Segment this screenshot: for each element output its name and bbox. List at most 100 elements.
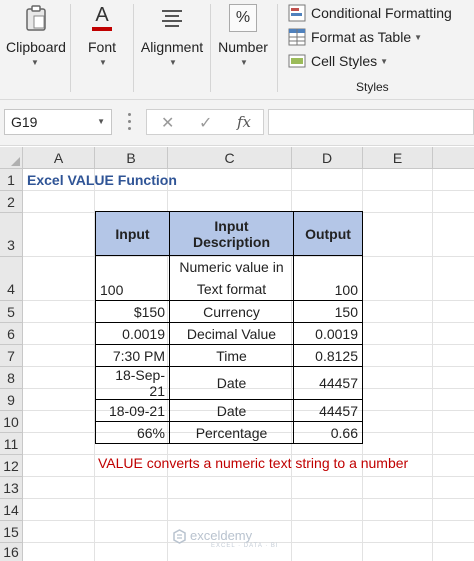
row-header-9[interactable]: 9	[0, 389, 23, 411]
description-cell[interactable]: Date	[169, 399, 294, 422]
description-cell[interactable]: Date	[169, 366, 294, 400]
font-group[interactable]: A Font ▼	[71, 0, 133, 100]
description-line: Text format	[196, 281, 267, 297]
column-header-description: Input Description	[169, 211, 294, 256]
input-cell[interactable]: 18-09-21	[95, 399, 170, 422]
alignment-group[interactable]: Alignment ▼	[134, 0, 210, 100]
input-cell[interactable]: 7:30 PM	[95, 344, 170, 367]
table-row: 18-09-21 Date 44457	[95, 399, 363, 422]
column-header-d[interactable]: D	[292, 147, 363, 169]
row-header-7[interactable]: 7	[0, 345, 23, 367]
column-header-b[interactable]: B	[95, 147, 168, 169]
column-header-f-partial[interactable]	[433, 147, 474, 169]
font-color-bar	[92, 27, 112, 31]
row-header-10[interactable]: 10	[0, 411, 23, 433]
row-header-8[interactable]: 8	[0, 367, 23, 389]
description-cell[interactable]: Decimal Value	[169, 322, 294, 345]
conditional-formatting-icon	[288, 4, 306, 22]
styles-group-label: Styles	[356, 80, 389, 94]
table-row: 66% Percentage 0.66	[95, 421, 363, 444]
row-header-15[interactable]: 15	[0, 521, 23, 543]
cell-styles-button[interactable]: Cell Styles ▼	[288, 50, 388, 72]
chevron-down-icon[interactable]: ▼	[414, 33, 422, 42]
cell-styles-icon	[288, 54, 306, 68]
input-value: 100	[100, 282, 124, 298]
table-row: 100 Numeric value in Text format 100	[95, 255, 363, 301]
chevron-down-icon[interactable]: ▼	[97, 117, 105, 126]
description-cell[interactable]: Numeric value in Text format	[169, 255, 294, 301]
insert-function-icon[interactable]: fx	[237, 113, 251, 131]
formula-buttons: ✕ ✓ fx	[146, 109, 264, 135]
enter-icon[interactable]: ✓	[199, 113, 212, 133]
alignment-icon	[162, 10, 182, 27]
cell-styles-label: Cell Styles	[311, 53, 378, 69]
chevron-down-icon[interactable]: ▼	[380, 57, 388, 66]
clipboard-icon	[26, 5, 46, 31]
row-header-14[interactable]: 14	[0, 499, 23, 521]
font-label: Font	[87, 39, 116, 55]
chevron-down-icon[interactable]: ▼	[99, 58, 107, 67]
row-header-1[interactable]: 1	[0, 169, 23, 191]
conditional-formatting-label: Conditional Formatting	[311, 5, 452, 21]
input-cell[interactable]: 0.0019	[95, 322, 170, 345]
table-row: 7:30 PM Time 0.8125	[95, 344, 363, 367]
table-row: $150 Currency 150	[95, 300, 363, 323]
ribbon: Clipboard ▼ A Font ▼ Alignment ▼ % Numbe…	[0, 0, 474, 100]
row-header-2[interactable]: 2	[0, 191, 23, 213]
output-cell[interactable]: 100	[293, 255, 363, 301]
output-value: 100	[334, 282, 358, 298]
row-header-11[interactable]: 11	[0, 433, 23, 455]
number-group[interactable]: % Number ▼	[211, 0, 275, 100]
input-cell[interactable]: $150	[95, 300, 170, 323]
row-header-16[interactable]: 16	[0, 543, 23, 561]
description-line: Numeric value in	[179, 259, 284, 275]
cancel-icon[interactable]: ✕	[161, 113, 174, 133]
exceldemy-logo-icon	[173, 529, 186, 544]
column-header-e[interactable]: E	[363, 147, 433, 169]
column-header-output: Output	[293, 211, 363, 256]
conditional-formatting-button[interactable]: Conditional Formatting	[288, 2, 452, 24]
description-cell[interactable]: Percentage	[169, 421, 294, 444]
column-header-input: Input	[95, 211, 170, 256]
chevron-down-icon[interactable]: ▼	[240, 58, 248, 67]
output-cell[interactable]: 44457	[293, 399, 363, 422]
clipboard-group[interactable]: Clipboard ▼	[0, 0, 70, 100]
output-cell[interactable]: 44457	[293, 366, 363, 400]
explanation-note: VALUE converts a numeric text string to …	[98, 455, 409, 471]
row-header-5[interactable]: 5	[0, 301, 23, 323]
select-all-corner[interactable]	[0, 147, 23, 169]
name-box[interactable]: G19 ▼	[4, 109, 112, 135]
formula-input[interactable]	[268, 109, 474, 135]
table-row: 0.0019 Decimal Value 0.0019	[95, 322, 363, 345]
description-cell[interactable]: Time	[169, 344, 294, 367]
input-cell[interactable]: 18-Sep-21	[95, 366, 170, 400]
number-label: Number	[218, 39, 268, 55]
format-as-table-button[interactable]: Format as Table ▼	[288, 26, 422, 48]
value-function-table: Input Input Description Output 100 Numer…	[95, 211, 363, 444]
column-header-a[interactable]: A	[23, 147, 95, 169]
row-header-3[interactable]: 3	[0, 213, 23, 257]
row-header-13[interactable]: 13	[0, 477, 23, 499]
output-cell[interactable]: 0.8125	[293, 344, 363, 367]
row-header-6[interactable]: 6	[0, 323, 23, 345]
output-cell[interactable]: 0.0019	[293, 322, 363, 345]
font-icon: A	[88, 4, 116, 32]
table-header-row: Input Input Description Output	[95, 211, 363, 256]
watermark-tagline: EXCEL · DATA · BI	[211, 543, 279, 549]
alignment-label: Alignment	[140, 39, 204, 55]
input-cell[interactable]: 100	[95, 255, 170, 301]
description-cell[interactable]: Currency	[169, 300, 294, 323]
formula-bar: G19 ▼ ✕ ✓ fx	[0, 100, 474, 146]
output-cell[interactable]: 150	[293, 300, 363, 323]
column-header-c[interactable]: C	[168, 147, 292, 169]
worksheet-grid: A B C D E 1 2 3 4 5 6 7 8 9 10 11 12 13 …	[0, 147, 474, 561]
group-divider	[277, 4, 278, 92]
row-header-4[interactable]: 4	[0, 257, 23, 301]
row-header-12[interactable]: 12	[0, 455, 23, 477]
input-cell[interactable]: 66%	[95, 421, 170, 444]
chevron-down-icon[interactable]: ▼	[169, 58, 177, 67]
output-cell[interactable]: 0.66	[293, 421, 363, 444]
chevron-down-icon[interactable]: ▼	[31, 58, 39, 67]
font-glyph: A	[95, 4, 109, 26]
formula-bar-grip-icon[interactable]	[128, 113, 132, 133]
